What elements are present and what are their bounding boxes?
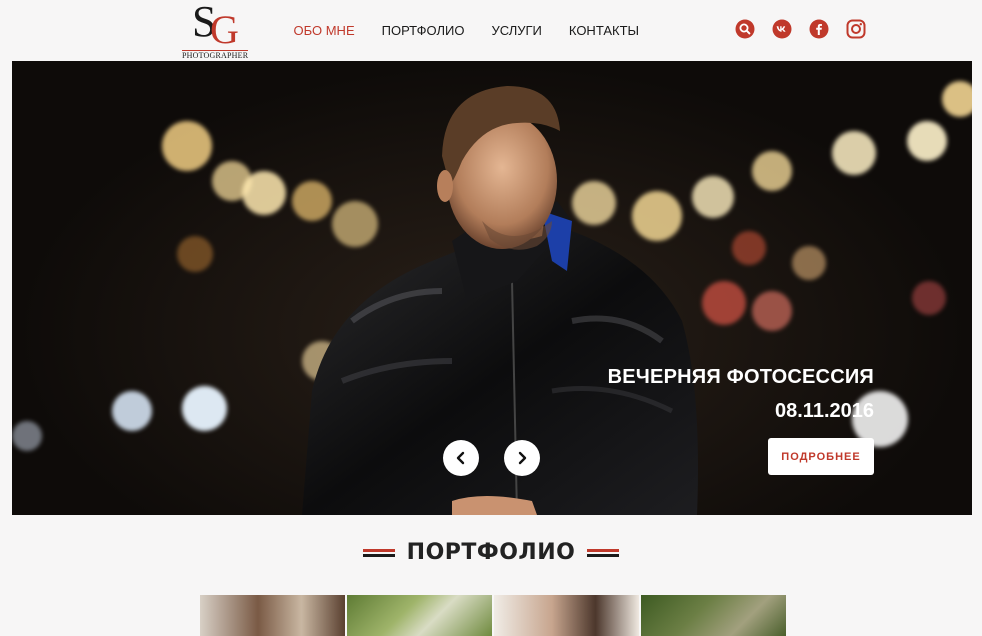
slide-date: 08.11.2016 — [775, 400, 874, 422]
portfolio-thumbnail[interactable] — [641, 595, 786, 636]
portfolio-gallery — [200, 595, 786, 636]
main-nav: ОБО МНЕ ПОРТФОЛИО УСЛУГИ КОНТАКТЫ — [280, 22, 653, 40]
chevron-right-icon — [518, 451, 527, 465]
logo-letter-g: G — [210, 7, 239, 52]
heading-decoration — [587, 548, 620, 558]
portfolio-heading: ПОРТФОЛИО — [0, 540, 982, 565]
chevron-left-icon — [456, 451, 465, 465]
slider-prev-button[interactable] — [443, 440, 479, 476]
instagram-icon[interactable] — [846, 19, 866, 39]
portfolio-thumbnail[interactable] — [494, 595, 639, 636]
vk-icon[interactable] — [772, 19, 792, 39]
nav-item-about[interactable]: ОБО МНЕ — [280, 22, 368, 40]
facebook-icon[interactable] — [809, 19, 829, 39]
slide-title: ВЕЧЕРНЯЯ ФОТОСЕССИЯ — [607, 366, 874, 388]
site-header: S G PHOTOGRAPHER ОБО МНЕ ПОРТФОЛИО УСЛУГ… — [12, 0, 972, 61]
nav-item-contacts[interactable]: КОНТАКТЫ — [555, 22, 652, 40]
hero-slider: ВЕЧЕРНЯЯ ФОТОСЕССИЯ 08.11.2016 ПОДРОБНЕЕ — [12, 61, 972, 515]
nav-item-portfolio[interactable]: ПОРТФОЛИО — [368, 22, 478, 40]
logo[interactable]: S G PHOTOGRAPHER — [180, 0, 252, 60]
heading-decoration — [362, 548, 395, 558]
nav-item-services[interactable]: УСЛУГИ — [478, 22, 555, 40]
slider-next-button[interactable] — [504, 440, 540, 476]
search-icon[interactable] — [735, 19, 755, 39]
more-button[interactable]: ПОДРОБНЕЕ — [768, 438, 874, 475]
slide-caption: ВЕЧЕРНЯЯ ФОТОСЕССИЯ 08.11.2016 — [608, 365, 874, 423]
portfolio-title: ПОРТФОЛИО — [406, 540, 576, 565]
portfolio-thumbnail[interactable] — [347, 595, 492, 636]
logo-subtitle: PHOTOGRAPHER — [182, 50, 249, 60]
page: S G PHOTOGRAPHER ОБО МНЕ ПОРТФОЛИО УСЛУГ… — [0, 0, 982, 636]
social-links — [735, 19, 866, 39]
portfolio-thumbnail[interactable] — [200, 595, 345, 636]
